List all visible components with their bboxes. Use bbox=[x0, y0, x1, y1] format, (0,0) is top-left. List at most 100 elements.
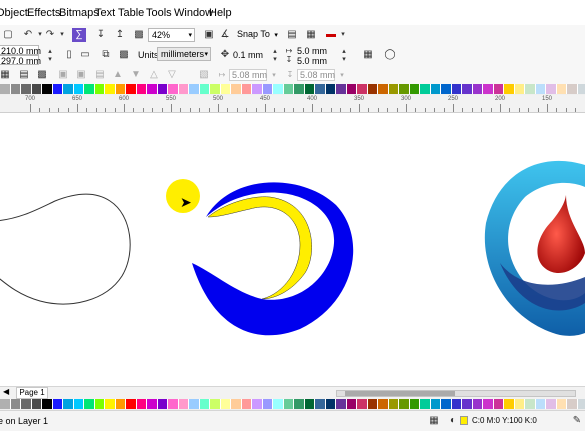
color-swatch[interactable] bbox=[126, 84, 137, 94]
duplicate-x-field[interactable]: 5.0 mm bbox=[294, 45, 336, 55]
color-swatch[interactable] bbox=[578, 399, 585, 409]
color-swatch[interactable] bbox=[420, 399, 431, 409]
menu-bitmaps[interactable]: Bitmaps bbox=[59, 6, 99, 20]
search-content-icon[interactable]: ∑ bbox=[72, 28, 86, 42]
color-swatch[interactable] bbox=[546, 84, 557, 94]
drawing-canvas[interactable]: ➤ bbox=[0, 113, 585, 385]
color-swatch[interactable] bbox=[273, 84, 284, 94]
color-swatch[interactable] bbox=[147, 399, 158, 409]
color-swatch[interactable] bbox=[504, 84, 515, 94]
color-swatch[interactable] bbox=[105, 399, 116, 409]
page-height-field[interactable]: 297.0 mm bbox=[0, 55, 39, 65]
color-swatch[interactable] bbox=[546, 399, 557, 409]
color-swatch[interactable] bbox=[252, 84, 263, 94]
color-swatch[interactable] bbox=[567, 399, 578, 409]
menu-text[interactable]: Text bbox=[95, 6, 115, 20]
offset-y-field[interactable]: 5.08 mm bbox=[297, 69, 335, 81]
color-swatch[interactable] bbox=[32, 399, 43, 409]
page-tab[interactable]: Page 1 bbox=[16, 387, 48, 399]
fill-color-swatch[interactable] bbox=[460, 416, 468, 425]
color-swatch[interactable] bbox=[368, 84, 379, 94]
color-swatch[interactable] bbox=[221, 399, 232, 409]
grid-icon[interactable]: ▦ bbox=[0, 68, 12, 82]
spin-icon[interactable]: ▾ bbox=[267, 69, 281, 83]
color-swatch[interactable] bbox=[158, 399, 169, 409]
color-swatch[interactable] bbox=[326, 84, 337, 94]
color-swatch[interactable] bbox=[294, 399, 305, 409]
color-swatch[interactable] bbox=[179, 399, 190, 409]
color-swatch[interactable] bbox=[389, 84, 400, 94]
outline-pen-icon[interactable]: ✎ bbox=[570, 414, 584, 428]
menu-effects[interactable]: Effects bbox=[27, 6, 60, 20]
color-swatch[interactable] bbox=[116, 84, 127, 94]
landscape-icon[interactable]: ▭ bbox=[78, 48, 92, 62]
export-icon[interactable]: ↥ bbox=[113, 28, 127, 42]
color-swatch[interactable] bbox=[305, 399, 316, 409]
menu-object[interactable]: Object bbox=[0, 6, 28, 20]
show-rulers-icon[interactable]: ∡ bbox=[218, 28, 232, 42]
color-swatch[interactable] bbox=[168, 84, 179, 94]
all-pages-icon[interactable]: ⧉ bbox=[99, 48, 113, 62]
color-swatch[interactable] bbox=[200, 399, 211, 409]
color-swatch[interactable] bbox=[536, 399, 547, 409]
color-swatch[interactable] bbox=[21, 84, 32, 94]
color-swatch[interactable] bbox=[63, 399, 74, 409]
color-swatch[interactable] bbox=[74, 84, 85, 94]
portrait-icon[interactable]: ▯ bbox=[62, 48, 76, 62]
back-one-icon[interactable]: ▽ bbox=[165, 68, 179, 82]
color-swatch[interactable] bbox=[210, 84, 221, 94]
color-swatch[interactable] bbox=[263, 84, 274, 94]
color-swatch[interactable] bbox=[473, 84, 484, 94]
color-swatch[interactable] bbox=[441, 399, 452, 409]
horizontal-ruler[interactable]: 700650600550500450400350300250200150 bbox=[0, 95, 585, 113]
color-swatch[interactable] bbox=[557, 399, 568, 409]
color-swatch[interactable] bbox=[378, 84, 389, 94]
color-swatch[interactable] bbox=[84, 399, 95, 409]
color-swatch[interactable] bbox=[431, 84, 442, 94]
zoom-level-combo[interactable]: 42% ▾ bbox=[148, 28, 195, 42]
color-swatch[interactable] bbox=[315, 84, 326, 94]
distribute-icon[interactable]: ▩ bbox=[35, 68, 49, 82]
color-swatch[interactable] bbox=[536, 84, 547, 94]
color-swatch[interactable] bbox=[11, 84, 22, 94]
page-width-field[interactable]: 210.0 mm bbox=[0, 45, 39, 55]
group-icon[interactable]: ▣ bbox=[56, 68, 70, 82]
color-swatch[interactable] bbox=[137, 84, 148, 94]
color-swatch[interactable] bbox=[231, 84, 242, 94]
color-swatch[interactable] bbox=[504, 399, 515, 409]
import-icon[interactable]: ↧ bbox=[94, 28, 108, 42]
color-swatch[interactable] bbox=[53, 84, 64, 94]
color-swatch[interactable] bbox=[389, 399, 400, 409]
color-swatch[interactable] bbox=[557, 84, 568, 94]
quick-customize-icon[interactable]: ◯ bbox=[383, 48, 397, 62]
color-swatch[interactable] bbox=[221, 84, 232, 94]
color-swatch[interactable] bbox=[189, 84, 200, 94]
color-swatch[interactable] bbox=[357, 84, 368, 94]
document-info-icon[interactable]: ▦ bbox=[427, 414, 441, 428]
color-swatch[interactable] bbox=[42, 399, 53, 409]
options-icon[interactable]: ▤ bbox=[285, 28, 299, 42]
align-icon[interactable]: ▤ bbox=[17, 68, 31, 82]
color-swatch[interactable] bbox=[21, 399, 32, 409]
color-swatch[interactable] bbox=[368, 399, 379, 409]
save-icon[interactable]: ▢ bbox=[1, 28, 15, 42]
menu-table[interactable]: Table bbox=[118, 6, 144, 20]
color-swatch[interactable] bbox=[53, 399, 64, 409]
ungroup-icon[interactable]: ▣ bbox=[74, 68, 88, 82]
color-swatch[interactable] bbox=[410, 84, 421, 94]
color-swatch[interactable] bbox=[11, 399, 22, 409]
color-swatch[interactable] bbox=[63, 84, 74, 94]
color-swatch[interactable] bbox=[242, 399, 253, 409]
spin-down-icon[interactable]: ▾ bbox=[43, 53, 57, 67]
page-nav-first-icon[interactable]: ◀ bbox=[3, 387, 9, 396]
color-swatch[interactable] bbox=[378, 399, 389, 409]
units-select[interactable]: millimeters ▾ bbox=[157, 47, 211, 61]
spin-down-icon[interactable]: ▾ bbox=[268, 53, 282, 67]
color-swatch[interactable] bbox=[494, 84, 505, 94]
forward-one-icon[interactable]: △ bbox=[147, 68, 161, 82]
color-swatch[interactable] bbox=[483, 399, 494, 409]
color-swatch[interactable] bbox=[410, 399, 421, 409]
color-swatch[interactable] bbox=[95, 84, 106, 94]
color-swatch[interactable] bbox=[525, 399, 536, 409]
color-swatch[interactable] bbox=[315, 399, 326, 409]
